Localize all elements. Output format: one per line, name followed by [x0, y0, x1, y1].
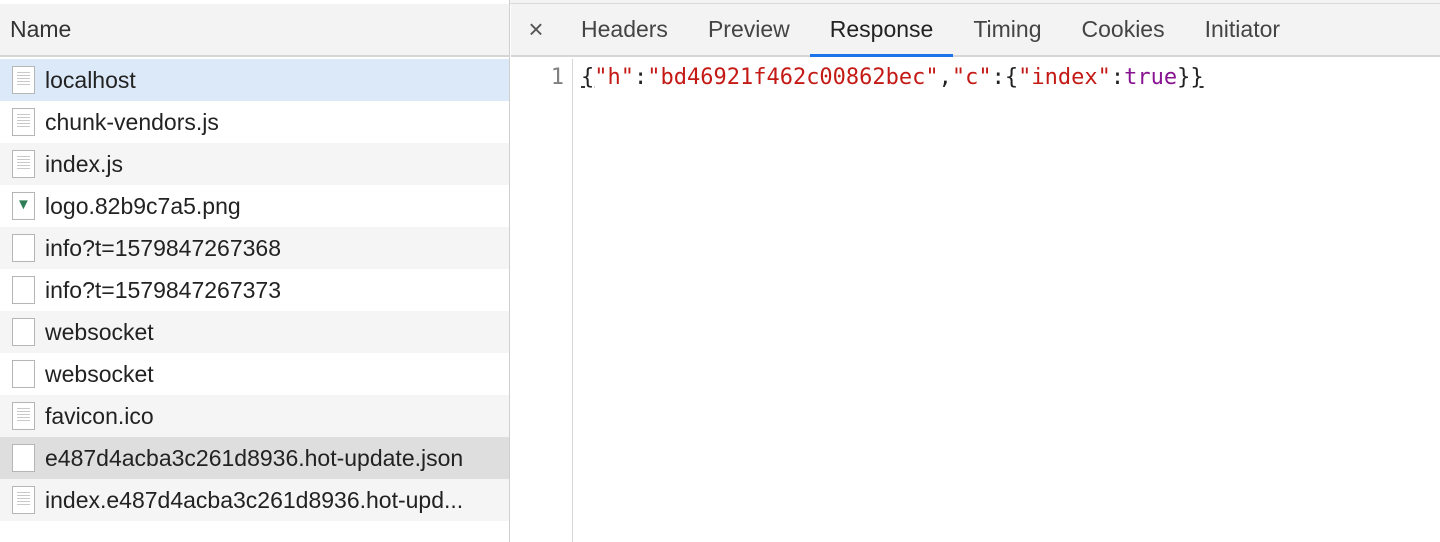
request-row[interactable]: favicon.ico — [0, 395, 509, 437]
request-row[interactable]: websocket — [0, 353, 509, 395]
request-row[interactable]: index.js — [0, 143, 509, 185]
json-key: "c" — [951, 65, 992, 90]
request-detail-pane: × Headers Preview Response Timing Cookie… — [511, 0, 1440, 542]
request-row[interactable]: chunk-vendors.js — [0, 101, 509, 143]
json-brace: } — [1177, 65, 1191, 90]
blank-file-icon — [12, 444, 35, 472]
tab-timing[interactable]: Timing — [953, 4, 1061, 55]
request-name: e487d4acba3c261d8936.hot-update.json — [45, 444, 464, 471]
blank-file-icon — [12, 234, 35, 262]
close-icon[interactable]: × — [511, 4, 561, 55]
request-row[interactable]: e487d4acba3c261d8936.hot-update.json — [0, 437, 509, 479]
blank-file-icon — [12, 360, 35, 388]
image-icon — [12, 192, 35, 220]
request-name: websocket — [45, 318, 154, 345]
line-number: 1 — [550, 65, 564, 90]
document-icon — [12, 150, 35, 178]
request-row[interactable]: logo.82b9c7a5.png — [0, 185, 509, 227]
line-number-gutter: 1 — [511, 59, 573, 542]
request-row[interactable]: info?t=1579847267373 — [0, 269, 509, 311]
blank-file-icon — [12, 276, 35, 304]
blank-file-icon — [12, 318, 35, 346]
json-key: "index" — [1018, 65, 1111, 90]
json-brace: { — [1004, 65, 1019, 90]
request-name: logo.82b9c7a5.png — [45, 192, 241, 219]
name-column-header-label: Name — [10, 16, 72, 42]
document-icon — [12, 402, 35, 430]
document-icon — [12, 66, 35, 94]
request-row[interactable]: info?t=1579847267368 — [0, 227, 509, 269]
document-icon — [12, 108, 35, 136]
request-name: chunk-vendors.js — [45, 108, 219, 135]
json-key: "h" — [594, 65, 634, 90]
request-name: websocket — [45, 360, 154, 387]
request-name: index.js — [45, 150, 123, 177]
tab-cookies[interactable]: Cookies — [1062, 4, 1185, 55]
request-name: favicon.ico — [45, 402, 154, 429]
tab-preview[interactable]: Preview — [688, 4, 810, 55]
request-list-pane: Name localhost chunk-vendors.js index.js… — [0, 0, 510, 542]
detail-tab-bar: × Headers Preview Response Timing Cookie… — [511, 4, 1440, 57]
request-name: index.e487d4acba3c261d8936.hot-upd... — [45, 486, 464, 513]
json-punct: : — [1110, 65, 1125, 90]
json-brace: { — [581, 65, 595, 90]
json-boolean-value: true — [1124, 65, 1178, 90]
json-brace: } — [1190, 65, 1204, 90]
name-column-header[interactable]: Name — [0, 4, 509, 57]
response-body-viewer[interactable]: 1 {"h":"bd46921f462c00862bec","c":{"inde… — [511, 59, 1440, 542]
request-name: info?t=1579847267368 — [45, 234, 281, 261]
json-punct: : — [991, 65, 1005, 90]
tab-headers[interactable]: Headers — [561, 4, 688, 55]
tab-response[interactable]: Response — [809, 4, 954, 57]
json-punct: : — [634, 65, 648, 90]
json-string-value: "bd46921f462c00862bec" — [647, 65, 939, 90]
tab-initiator[interactable]: Initiator — [1185, 4, 1300, 55]
request-row[interactable]: localhost — [0, 59, 509, 101]
document-icon — [12, 486, 35, 514]
request-row[interactable]: websocket — [0, 311, 509, 353]
request-list: localhost chunk-vendors.js index.js logo… — [0, 59, 509, 521]
request-row[interactable]: index.e487d4acba3c261d8936.hot-upd... — [0, 479, 509, 521]
response-code-line[interactable]: {"h":"bd46921f462c00862bec","c":{"index"… — [581, 65, 1204, 90]
request-name: info?t=1579847267373 — [45, 276, 281, 303]
request-name: localhost — [45, 66, 136, 93]
json-punct: , — [938, 65, 952, 90]
